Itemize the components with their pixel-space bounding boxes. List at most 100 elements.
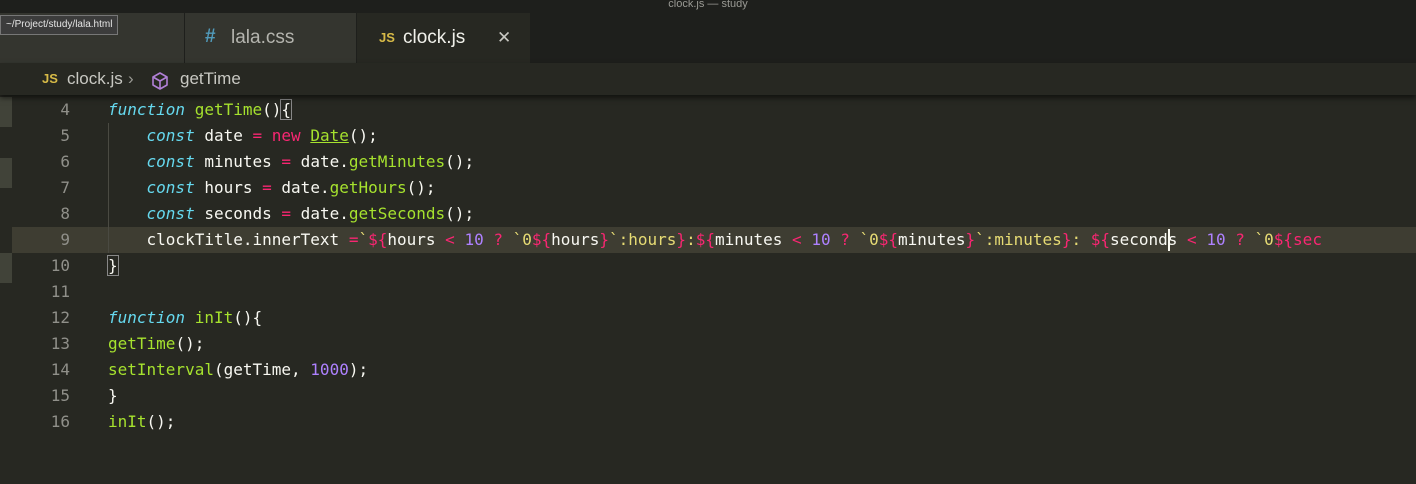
line-number: 11 <box>50 282 70 301</box>
close-icon[interactable]: ✕ <box>497 28 511 48</box>
code-line[interactable]: 7 const hours = date.getHours(); <box>0 175 1416 201</box>
code-token: ${ <box>878 230 899 249</box>
code-line[interactable]: 15} <box>0 383 1416 409</box>
code-token: new <box>271 126 301 145</box>
code-token: `0 <box>1254 230 1274 249</box>
code-line[interactable]: 6 const minutes = date.getMinutes(); <box>0 149 1416 175</box>
code-text: const seconds = date.getSeconds(); <box>108 201 475 227</box>
code-line[interactable]: 9 clockTitle.innerText =`${hours < 10 ? … <box>12 227 1416 253</box>
code-token: date. <box>291 204 349 223</box>
code-token: ? <box>493 230 503 249</box>
line-number: 7 <box>60 178 70 197</box>
code-token: const <box>146 152 195 171</box>
code-line[interactable]: 4 function getTime(){ <box>0 97 1416 123</box>
code-token: getTime <box>108 334 176 353</box>
indent-guide <box>108 123 109 253</box>
code-token: ? <box>840 230 850 249</box>
code-text: const date = new Date(); <box>108 123 378 149</box>
code-token: } <box>107 255 119 276</box>
code-token: :minutes <box>984 230 1062 249</box>
code-token: const <box>146 204 195 223</box>
code-text: setInterval(getTime, 1000); <box>108 357 368 383</box>
line-number: 16 <box>50 412 70 431</box>
code-token: (); <box>445 152 475 171</box>
code-token: hours <box>194 178 263 197</box>
code-token: (); <box>146 412 176 431</box>
code-token: ` <box>608 230 619 249</box>
code-token: ); <box>348 360 369 379</box>
code-token: function <box>108 100 186 119</box>
code-line[interactable]: 11 <box>0 279 1416 305</box>
code-token: date. <box>271 178 330 197</box>
breadcrumb-file[interactable]: clock.js <box>67 69 123 89</box>
code-token: getSeconds <box>348 204 446 223</box>
code-line[interactable]: 5 const date = new Date(); <box>0 123 1416 149</box>
code-token: date <box>194 126 253 145</box>
breadcrumb-symbol[interactable]: getTime <box>180 69 241 89</box>
code-token: clockTitle.innerText <box>108 230 349 249</box>
tab-bar: # lala.css JS clock.js ✕ <box>0 13 1416 63</box>
code-token: getMinutes <box>348 152 446 171</box>
code-token: (){ <box>233 308 263 327</box>
code-token: = <box>281 204 292 223</box>
tab-lala-css[interactable]: # lala.css <box>185 13 356 63</box>
code-token: { <box>280 99 293 120</box>
code-token: function <box>108 308 186 327</box>
line-number: 15 <box>50 386 70 405</box>
code-line[interactable]: 14 setInterval(getTime, 1000); <box>0 357 1416 383</box>
code-text: inIt(); <box>108 409 175 435</box>
code-token: const <box>146 178 195 197</box>
tab-label: lala.css <box>231 27 295 48</box>
file-path-tooltip: ~/Project/study/lala.html <box>0 15 119 35</box>
code-line[interactable]: 10} <box>0 253 1416 279</box>
code-token: const <box>146 126 195 145</box>
code-editor[interactable]: 4 function getTime(){5 const date = new D… <box>0 97 1416 484</box>
line-number: 8 <box>60 204 70 223</box>
code-token: = <box>252 126 263 145</box>
code-token: seconds <box>194 204 282 223</box>
code-token: hours <box>387 230 446 249</box>
code-token: } <box>599 230 609 249</box>
code-token: hours <box>551 230 600 249</box>
title-bar: clock.js — study <box>0 0 1416 13</box>
code-token: minutes <box>194 152 282 171</box>
code-token: seconds <box>1109 230 1188 249</box>
code-token: < <box>792 230 802 249</box>
code-line[interactable]: 13 getTime(); <box>0 331 1416 357</box>
code-token: } <box>676 230 687 249</box>
line-number: 10 <box>50 256 70 275</box>
method-cube-icon <box>150 71 170 96</box>
line-number: 14 <box>50 360 70 379</box>
code-token: :hours <box>618 230 677 249</box>
line-number: 5 <box>60 126 70 145</box>
js-file-icon: JS <box>379 30 395 45</box>
js-file-icon: JS <box>42 71 58 86</box>
chevron-right-icon: › <box>128 69 134 88</box>
code-token: : <box>686 230 696 249</box>
code-token: (); <box>445 204 475 223</box>
code-token: ? <box>1235 230 1245 249</box>
window-title: clock.js — study <box>668 0 748 10</box>
code-token: < <box>445 230 455 249</box>
code-token: date. <box>291 152 349 171</box>
code-line[interactable]: 8 const seconds = date.getSeconds(); <box>0 201 1416 227</box>
code-line[interactable]: 16 inIt(); <box>0 409 1416 435</box>
tab-clock-js[interactable]: JS clock.js ✕ <box>357 13 530 63</box>
tab-label: clock.js <box>403 27 466 48</box>
code-token: 10 <box>1206 230 1226 249</box>
code-line[interactable]: 12 function inIt(){ <box>0 305 1416 331</box>
code-token: ${ <box>531 230 552 249</box>
code-token: ${sec <box>1273 230 1322 249</box>
code-token: setInterval <box>108 360 214 379</box>
